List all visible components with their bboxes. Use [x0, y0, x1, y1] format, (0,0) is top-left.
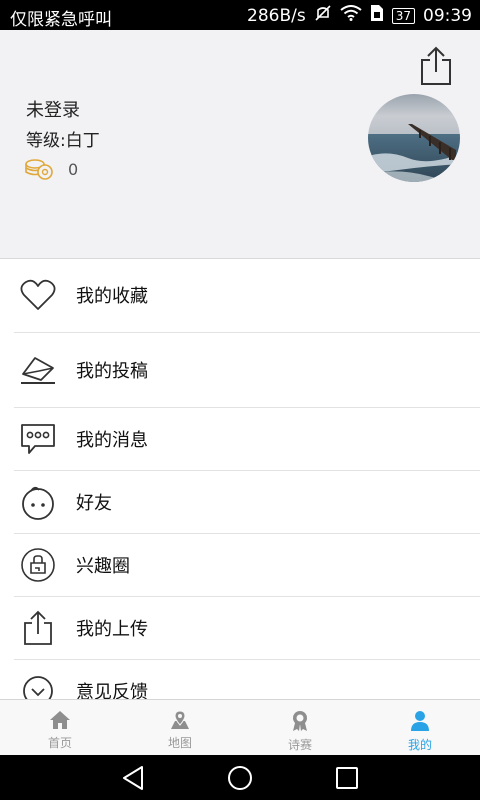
menu-item-uploads[interactable]: 我的上传: [14, 597, 480, 660]
profile-header: 未登录 等级:白丁 0: [0, 30, 480, 259]
avatar-image: [368, 94, 460, 182]
share-button[interactable]: [418, 46, 454, 86]
menu-item-friends[interactable]: 好友: [14, 471, 480, 534]
menu-label: 我的上传: [76, 619, 148, 640]
status-right: 286B/s 37 09:39: [247, 4, 472, 27]
coin-icon: [25, 159, 53, 180]
home-circle-icon[interactable]: [227, 765, 253, 791]
menu-item-feedback[interactable]: 意见反馈: [14, 660, 480, 699]
share-icon: [421, 46, 451, 85]
person-icon: [411, 711, 429, 731]
tab-map[interactable]: 地图: [120, 700, 240, 756]
tab-label: 我的: [407, 738, 432, 752]
system-nav-bar: [0, 755, 480, 800]
message-icon: [14, 415, 62, 463]
menu-label: 兴趣圈: [76, 556, 130, 577]
clock: 09:39: [423, 5, 472, 26]
menu-item-interest-circle[interactable]: 兴趣圈: [14, 534, 480, 597]
coin-balance: 0: [24, 158, 78, 180]
mute-icon: [314, 4, 332, 27]
bottom-tab-bar: 首页 地图 诗赛 我的: [0, 699, 480, 756]
user-name[interactable]: 未登录: [26, 96, 80, 122]
interest-circle-icon: [14, 541, 62, 589]
heart-icon: [14, 271, 62, 319]
envelope-icon: [14, 346, 62, 394]
avatar[interactable]: [368, 94, 460, 182]
home-icon: [50, 711, 70, 729]
tab-label: 地图: [167, 736, 192, 750]
menu-label: 我的收藏: [76, 286, 148, 307]
menu-label: 我的消息: [76, 430, 148, 451]
wifi-icon: [340, 5, 362, 26]
recents-square-icon[interactable]: [335, 766, 359, 790]
sim-icon: [370, 4, 384, 27]
menu-item-messages[interactable]: 我的消息: [14, 408, 480, 471]
tab-label: 首页: [47, 736, 72, 750]
feedback-icon: [14, 667, 62, 699]
upload-icon: [14, 604, 62, 652]
menu-label: 我的投稿: [76, 361, 148, 382]
tab-mine[interactable]: 我的: [360, 700, 480, 756]
map-icon: [171, 710, 189, 729]
back-icon[interactable]: [120, 765, 146, 791]
status-bar: 仅限紧急呼叫 286B/s 37 09:39: [0, 0, 480, 30]
coin-count: 0: [68, 159, 79, 179]
user-level: 等级:白丁: [26, 131, 100, 151]
menu-item-favorites[interactable]: 我的收藏: [14, 258, 480, 333]
tab-label: 诗赛: [287, 738, 312, 752]
battery-indicator: 37: [391, 7, 415, 24]
carrier-text: 仅限紧急呼叫: [10, 10, 112, 30]
menu-item-submissions[interactable]: 我的投稿: [14, 333, 480, 408]
award-icon: [293, 711, 307, 731]
menu-label: 好友: [76, 493, 112, 514]
menu-list: 我的收藏 我的投稿 我的消息 好友 兴趣圈 我的上传 意见反馈: [0, 258, 480, 699]
menu-label: 意见反馈: [76, 682, 148, 699]
network-speed: 286B/s: [247, 5, 306, 26]
friend-face-icon: [14, 478, 62, 526]
tab-home[interactable]: 首页: [0, 700, 120, 756]
tab-contest[interactable]: 诗赛: [240, 700, 360, 756]
